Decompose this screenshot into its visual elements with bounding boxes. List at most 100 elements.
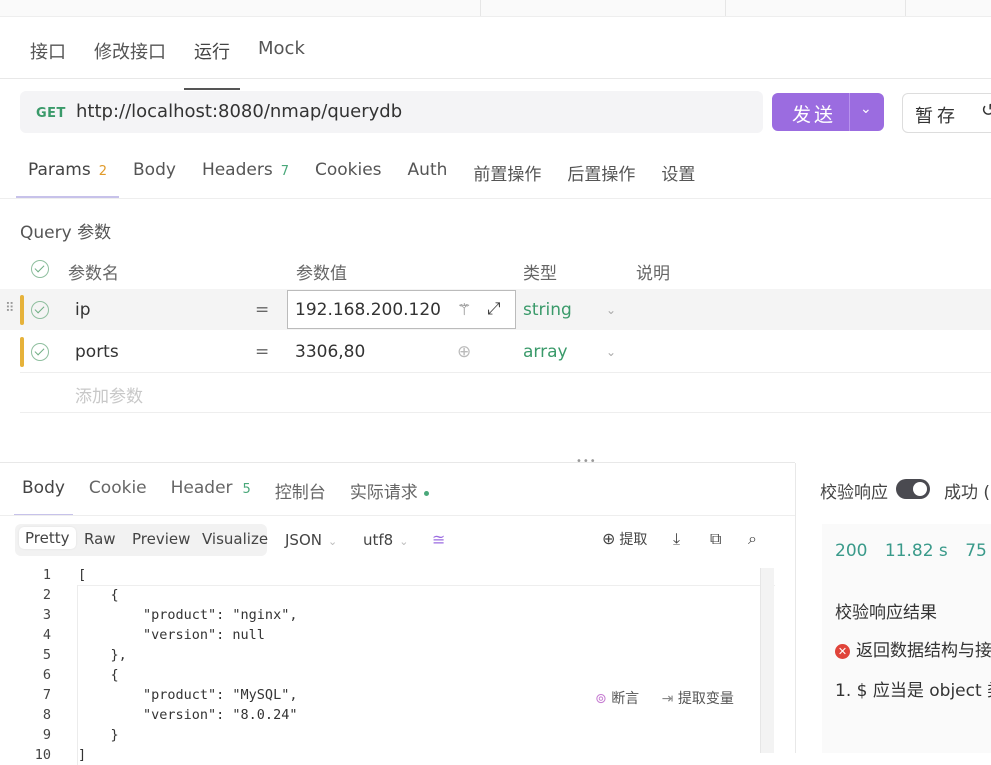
url-input[interactable]: http://localhost:8080/nmap/querydb — [76, 101, 402, 122]
tab-label: Params — [28, 160, 91, 180]
row-checkbox[interactable] — [31, 301, 49, 319]
inline-actions: ⊚ 断言 ⇥ 提取变量 — [595, 688, 734, 708]
chevron-down-icon[interactable]: ⌄ — [606, 303, 616, 317]
error-text: 返回数据结构与接 — [856, 641, 991, 661]
tab-console[interactable]: 控制台 — [275, 478, 326, 503]
error-icon: ✕ — [835, 644, 850, 659]
request-tabs: Params 2 Body Headers 7 Cookies Auth 前置操作 … — [15, 160, 721, 198]
row-checkbox[interactable] — [31, 343, 49, 361]
row-marker — [20, 337, 24, 367]
tab-label: 设置 — [661, 165, 696, 185]
equals-sign: = — [255, 300, 270, 320]
tab-body[interactable]: Body — [133, 160, 176, 185]
divider — [0, 515, 795, 516]
view-visualize[interactable]: Visualize — [202, 530, 268, 548]
view-raw[interactable]: Raw — [84, 530, 116, 548]
count-badge: 5 — [242, 482, 251, 497]
vertical-scrollbar[interactable] — [760, 568, 774, 753]
section-title: Query 参数 — [20, 223, 112, 243]
response-stats: 200 11.82 s 75 B — [835, 541, 991, 561]
tab-auth[interactable]: Auth — [408, 160, 448, 185]
param-value[interactable]: 3306,80 — [295, 342, 365, 362]
chevron-down-icon[interactable]: ⌄ — [606, 345, 616, 359]
http-method[interactable]: GET — [36, 106, 66, 121]
line-number: 1 — [42, 567, 51, 583]
tab-interface[interactable]: 接口 — [30, 30, 66, 78]
view-pretty[interactable]: Pretty — [19, 527, 76, 549]
save-label: 暂存 — [915, 106, 959, 127]
param-type[interactable]: array — [523, 342, 568, 362]
tab-response-header[interactable]: Header 5 — [171, 478, 251, 503]
assert-icon: ⊚ — [595, 691, 607, 707]
line-number: 6 — [42, 667, 51, 683]
tab-mock[interactable]: Mock — [258, 30, 305, 78]
window-tab-strip — [0, 0, 991, 17]
response-code-view[interactable]: 1 [ 2 { 3 "product": "nginx", 4 "version… — [15, 565, 775, 765]
format-select[interactable]: JSON ⌄ — [285, 531, 337, 549]
tab-headers[interactable]: Headers 7 — [202, 160, 289, 185]
code-line: [ — [78, 567, 87, 583]
code-line: }, — [78, 647, 127, 663]
column-header-value: 参数值 — [296, 264, 347, 284]
tab-actual-request[interactable]: 实际请求 — [350, 478, 429, 503]
format-value: JSON — [285, 531, 322, 549]
tab-pre-actions[interactable]: 前置操作 — [473, 160, 541, 185]
tab-post-actions[interactable]: 后置操作 — [567, 160, 635, 185]
tab-label: Cookie — [88, 478, 147, 498]
download-icon[interactable]: ⤓ — [673, 529, 680, 549]
window-tab[interactable] — [905, 0, 991, 16]
drag-handle-icon[interactable]: ⠿ — [5, 301, 15, 316]
send-divider — [849, 93, 850, 131]
copy-icon[interactable]: ⧉ — [710, 529, 721, 549]
verify-response-label: 校验响应 — [820, 483, 888, 503]
tab-params[interactable]: Params 2 — [15, 160, 120, 198]
param-name[interactable]: ports — [75, 342, 119, 362]
verify-status[interactable]: 成功 ( — [944, 478, 990, 503]
chevron-down-icon[interactable]: ⌄ — [860, 101, 872, 117]
add-param-input[interactable]: 添加参数 — [75, 382, 143, 407]
response-time: 11.82 s — [884, 541, 948, 561]
search-icon[interactable]: ⌕ — [748, 529, 757, 549]
param-type[interactable]: string — [523, 300, 572, 320]
extract-variable-label: 提取变量 — [677, 691, 734, 707]
extract-variable-button[interactable]: ⇥ 提取变量 — [662, 691, 734, 707]
tab-label: Headers — [201, 160, 273, 180]
word-wrap-icon[interactable]: ≅ — [432, 530, 445, 549]
encoding-select[interactable]: utf8 ⌄ — [363, 531, 408, 549]
tab-settings[interactable]: 设置 — [661, 160, 695, 185]
reload-icon[interactable]: ↺ — [981, 100, 991, 121]
tab-label: Cookies — [314, 160, 382, 180]
extract-button[interactable]: ⊕ 提取 — [602, 529, 647, 549]
tab-label: 控制台 — [274, 483, 326, 503]
count-badge: 7 — [280, 164, 289, 179]
table-row[interactable] — [0, 331, 991, 372]
tab-response-body[interactable]: Body — [14, 478, 73, 516]
view-preview[interactable]: Preview — [132, 530, 190, 548]
tab-response-cookie[interactable]: Cookie — [89, 478, 147, 503]
tab-cookies[interactable]: Cookies — [315, 160, 382, 185]
tab-run[interactable]: 运行 — [184, 30, 240, 90]
tab-edit-interface[interactable]: 修改接口 — [94, 30, 166, 78]
send-button[interactable]: 发送 ⌄ — [772, 93, 884, 131]
add-circle-icon[interactable]: ⊕ — [457, 342, 471, 362]
param-name[interactable]: ip — [75, 300, 91, 320]
panel-divider[interactable] — [795, 463, 796, 753]
divider — [0, 198, 991, 199]
code-line: } — [78, 727, 119, 743]
assert-button[interactable]: ⊚ 断言 — [595, 691, 639, 707]
verify-toggle[interactable] — [896, 479, 930, 499]
param-value[interactable]: 192.168.200.120 — [295, 300, 441, 320]
main-tabs: 接口 修改接口 运行 Mock — [30, 30, 333, 90]
window-tab[interactable] — [480, 0, 721, 16]
tab-label: Header — [170, 478, 233, 498]
column-header-name: 参数名 — [68, 264, 119, 284]
window-tab[interactable] — [725, 0, 901, 16]
extract-icon: ⊕ — [602, 529, 616, 548]
select-all-checkbox[interactable] — [31, 260, 49, 278]
save-button[interactable]: 暂存 ↺ — [902, 93, 991, 133]
expand-icon[interactable]: ⤢ — [487, 299, 501, 319]
response-size: 75 B — [965, 541, 991, 561]
count-badge: 2 — [98, 164, 108, 179]
magic-wand-icon[interactable]: ⚚ — [457, 300, 471, 319]
tab-label: Body — [133, 160, 176, 180]
